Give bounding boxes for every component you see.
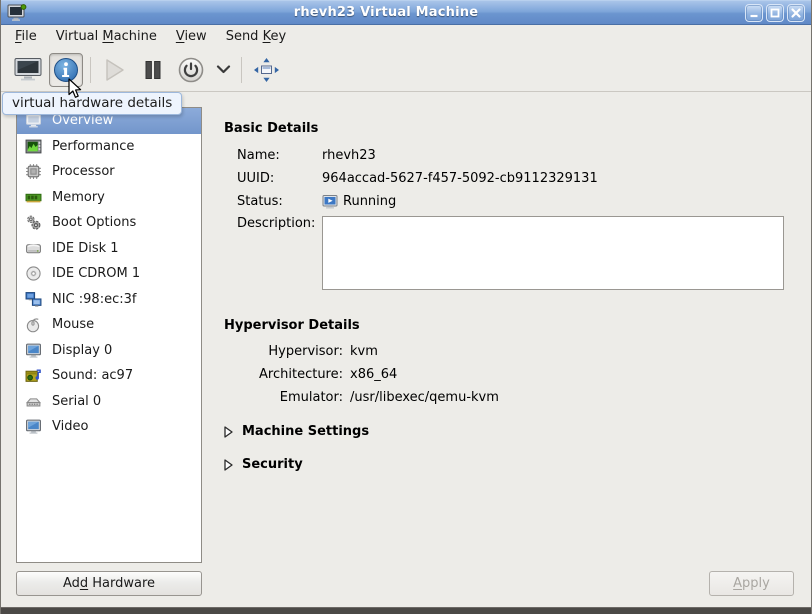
- performance-icon: [25, 138, 42, 155]
- description-label: Description:: [237, 216, 322, 231]
- uuid-value: 964accad-5627-f457-5092-cb9112329131: [322, 171, 784, 186]
- menu-virtual-machine[interactable]: Virtual Machine: [56, 29, 157, 44]
- menu-send-key[interactable]: Send Key: [226, 29, 286, 44]
- hw-item-label: Performance: [52, 139, 134, 154]
- architecture-value: x86_64: [350, 367, 784, 382]
- pause-icon: [143, 59, 163, 81]
- details-pane: Basic Details Name: rhevh23 UUID: 964acc…: [224, 92, 784, 607]
- power-icon: [177, 56, 205, 84]
- processor-icon: [25, 163, 42, 180]
- hypervisor-value: kvm: [350, 344, 784, 359]
- hw-item-performance[interactable]: Performance: [17, 134, 201, 160]
- emulator-value: /usr/libexec/qemu-kvm: [350, 390, 784, 405]
- window-bottom-frame: [1, 607, 811, 614]
- hw-item-label: Boot Options: [52, 215, 136, 230]
- run-button[interactable]: [98, 53, 132, 87]
- hardware-list: Overview Performance Processor Memory: [16, 107, 202, 563]
- console-icon: [14, 57, 42, 82]
- close-button[interactable]: [787, 4, 805, 22]
- boot-options-icon: [25, 214, 42, 231]
- hypervisor-details-title: Hypervisor Details: [224, 318, 360, 333]
- hw-item-label: Processor: [52, 164, 115, 179]
- pause-button[interactable]: [136, 53, 170, 87]
- hw-item-label: Display 0: [52, 343, 112, 358]
- hw-item-nic[interactable]: NIC :98:ec:3f: [17, 287, 201, 313]
- shutdown-button[interactable]: [174, 53, 208, 87]
- play-icon: [104, 58, 126, 82]
- virtual-machine-window: rhevh23 Virtual Machine File Virtual Mac…: [0, 0, 812, 614]
- hw-item-label: Serial 0: [52, 394, 101, 409]
- hw-item-label: Overview: [52, 113, 113, 128]
- menu-view[interactable]: View: [176, 29, 207, 44]
- minimize-icon: [747, 6, 761, 20]
- running-vm-icon: [322, 194, 338, 210]
- memory-icon: [25, 189, 42, 206]
- add-hardware-button[interactable]: Add Hardware: [16, 571, 202, 596]
- machine-settings-expander[interactable]: Machine Settings: [224, 424, 369, 439]
- hw-item-label: Video: [52, 419, 88, 434]
- show-console-button[interactable]: [11, 53, 45, 87]
- description-input[interactable]: [322, 216, 784, 290]
- expander-arrow-icon: [224, 459, 233, 471]
- architecture-label: Architecture:: [237, 367, 343, 382]
- tooltip-text: virtual hardware details: [12, 95, 172, 111]
- minimize-button[interactable]: [745, 4, 763, 22]
- disk-icon: [25, 240, 42, 257]
- fullscreen-button[interactable]: [249, 53, 283, 87]
- content-area: Overview Performance Processor Memory: [2, 92, 810, 607]
- security-expander[interactable]: Security: [224, 457, 303, 472]
- display-icon: [25, 342, 42, 359]
- hw-item-label: Memory: [52, 190, 105, 205]
- maximize-button[interactable]: [766, 4, 784, 22]
- hw-item-processor[interactable]: Processor: [17, 159, 201, 185]
- serial-icon: [25, 393, 42, 410]
- tooltip: virtual hardware details: [2, 92, 182, 115]
- status-label: Status:: [237, 194, 322, 209]
- maximize-icon: [768, 6, 782, 20]
- fullscreen-icon: [253, 57, 280, 83]
- expander-label: Machine Settings: [242, 424, 369, 439]
- hw-item-serial-0[interactable]: Serial 0: [17, 389, 201, 415]
- hw-item-label: IDE CDROM 1: [52, 266, 140, 281]
- hw-item-label: IDE Disk 1: [52, 241, 119, 256]
- cdrom-icon: [25, 265, 42, 282]
- menubar: File Virtual Machine View Send Key: [1, 25, 811, 48]
- video-icon: [25, 418, 42, 435]
- basic-details-title: Basic Details: [224, 121, 318, 136]
- hw-item-ide-disk-1[interactable]: IDE Disk 1: [17, 236, 201, 262]
- uuid-label: UUID:: [237, 171, 322, 186]
- hw-item-display-0[interactable]: Display 0: [17, 338, 201, 364]
- hw-item-label: Mouse: [52, 317, 94, 332]
- nic-icon: [25, 291, 42, 308]
- toolbar-separator: [90, 57, 91, 83]
- hypervisor-label: Hypervisor:: [237, 344, 343, 359]
- name-label: Name:: [237, 148, 322, 163]
- toolbar-separator: [241, 57, 242, 83]
- expander-label: Security: [242, 457, 303, 472]
- app-window-icon[interactable]: [7, 4, 27, 22]
- hw-item-ide-cdrom-1[interactable]: IDE CDROM 1: [17, 261, 201, 287]
- hw-item-memory[interactable]: Memory: [17, 185, 201, 211]
- menu-file[interactable]: File: [15, 29, 37, 44]
- mouse-icon: [25, 316, 42, 333]
- toolbar: [1, 48, 811, 92]
- hw-item-mouse[interactable]: Mouse: [17, 312, 201, 338]
- shutdown-menu-button[interactable]: [212, 53, 234, 87]
- hw-item-video[interactable]: Video: [17, 414, 201, 440]
- hw-item-boot-options[interactable]: Boot Options: [17, 210, 201, 236]
- mouse-cursor-icon: [67, 78, 83, 104]
- chevron-down-icon: [216, 65, 231, 74]
- status-value: Running: [343, 194, 396, 209]
- close-icon: [789, 6, 803, 20]
- hw-item-label: Sound: ac97: [52, 368, 133, 383]
- hw-item-label: NIC :98:ec:3f: [52, 292, 136, 307]
- expander-arrow-icon: [224, 426, 233, 438]
- sound-icon: [25, 367, 42, 384]
- hw-item-sound[interactable]: Sound: ac97: [17, 363, 201, 389]
- window-title: rhevh23 Virtual Machine: [27, 5, 745, 20]
- titlebar: rhevh23 Virtual Machine: [1, 0, 811, 25]
- emulator-label: Emulator:: [237, 390, 343, 405]
- name-value: rhevh23: [322, 148, 784, 163]
